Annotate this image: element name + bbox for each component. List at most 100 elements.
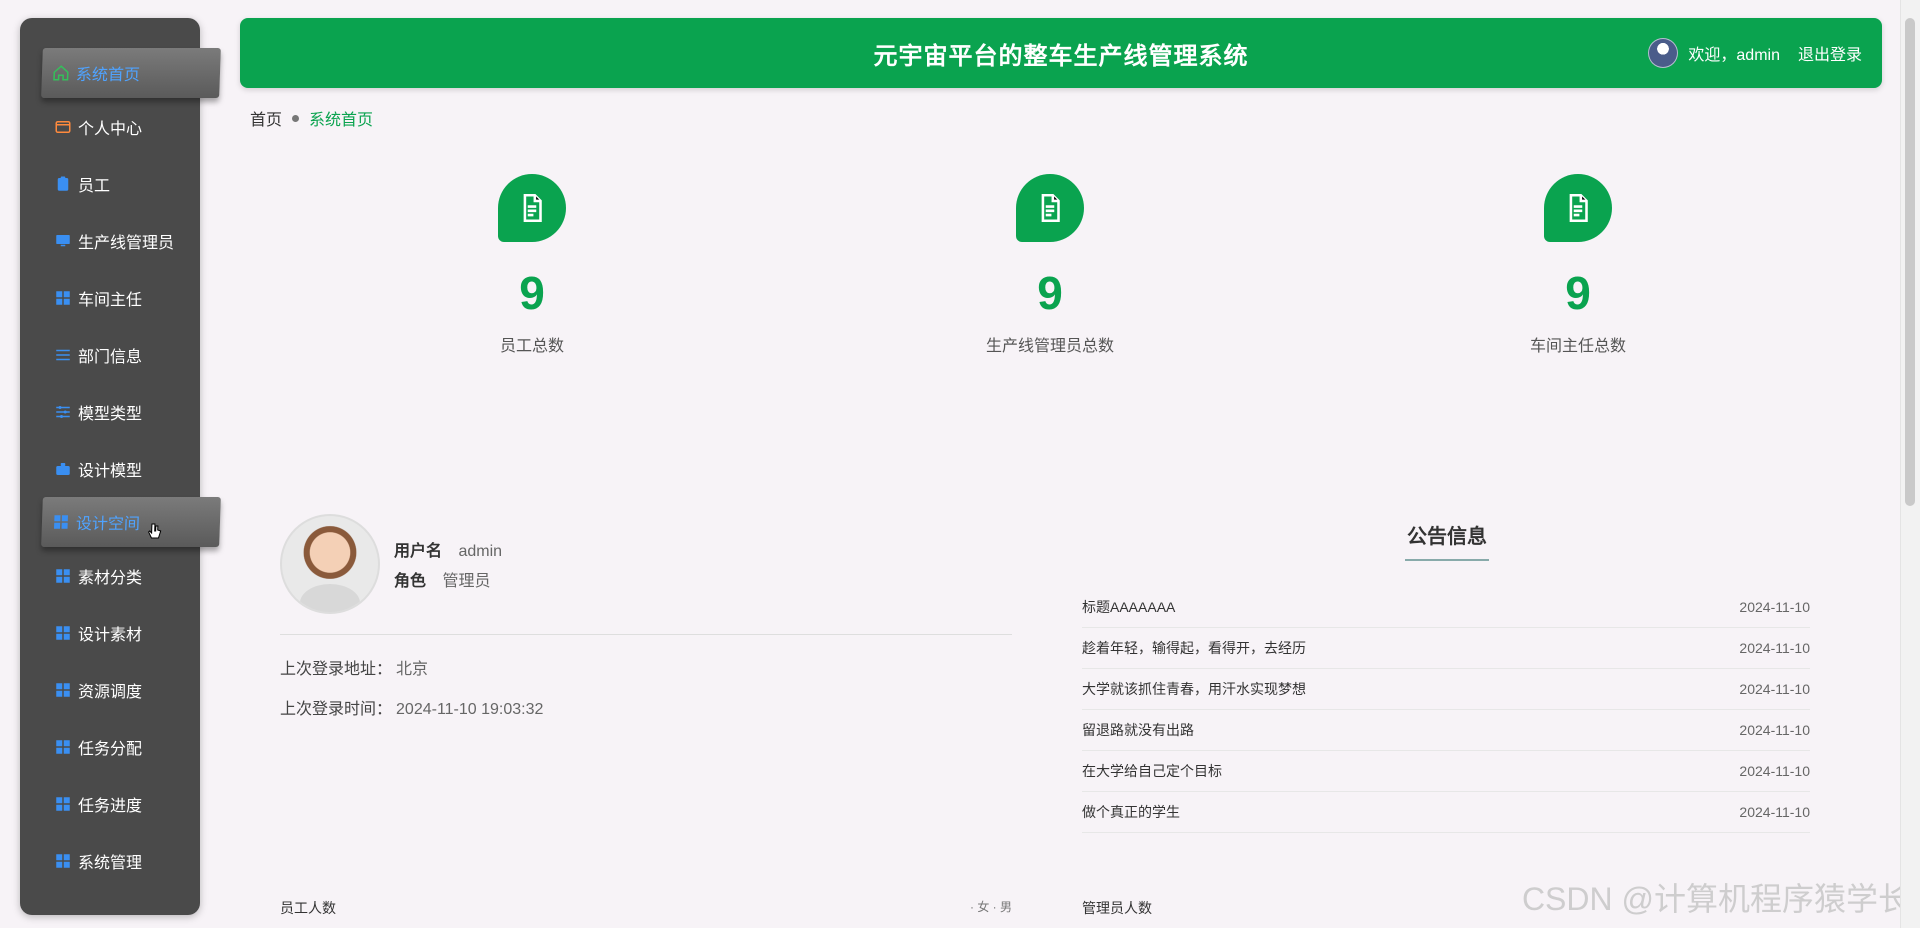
last-login-address: 上次登录地址： 北京	[280, 655, 1012, 679]
chart-legend: · 女 · 男	[970, 900, 1012, 914]
last-login-address-value: 北京	[396, 661, 429, 678]
stat-employee: 9 员工总数	[402, 174, 662, 356]
username-value: admin	[458, 543, 503, 560]
sidebar-item-task-assign[interactable]: 任务分配	[20, 718, 200, 775]
sidebar-item-employee[interactable]: 员工	[20, 155, 200, 212]
list-item[interactable]: 在大学给自己定个目标 2024-11-10	[1082, 751, 1810, 792]
briefcase-icon	[54, 460, 72, 478]
sidebar-item-material-category[interactable]: 素材分类	[20, 547, 200, 604]
notice-item-date: 2024-11-10	[1739, 804, 1810, 820]
role-value: 管理员	[442, 573, 491, 590]
list-item[interactable]: 留退路就没有出路 2024-11-10	[1082, 710, 1810, 751]
sidebar-item-workshop-director[interactable]: 车间主任	[20, 269, 200, 326]
stat-line-manager: 9 生产线管理员总数	[920, 174, 1180, 356]
notice-item-title: 趁着年轻，输得起，看得开，去经历	[1082, 640, 1306, 656]
notice-item-title: 在大学给自己定个目标	[1082, 763, 1222, 779]
sidebar-item-label: 设计空间	[75, 516, 141, 533]
monitor-icon	[54, 232, 72, 250]
last-login-address-label: 上次登录地址：	[280, 661, 393, 678]
user-panel: 用户名 admin 角色 管理员 上次登录地址： 北京 上次登录时间： 2024-1…	[280, 514, 1012, 735]
notice-item-date: 2024-11-10	[1739, 722, 1810, 738]
sidebar-item-label: 系统管理	[78, 854, 143, 872]
avatar	[280, 514, 380, 614]
list-item[interactable]: 做个真正的学生 2024-11-10	[1082, 792, 1810, 833]
notice-item-title: 做个真正的学生	[1082, 804, 1180, 820]
sidebar-item-label: 素材分类	[78, 569, 143, 587]
sidebar-item-resource-scheduling[interactable]: 资源调度	[20, 661, 200, 718]
stat-value: 9	[519, 267, 545, 319]
stat-label: 员工总数	[499, 338, 564, 355]
notice-list: 标题AAAAAAA 2024-11-10 趁着年轻，输得起，看得开，去经历 2024…	[1082, 587, 1810, 833]
sidebar-item-model-type[interactable]: 模型类型	[20, 383, 200, 440]
list-item[interactable]: 大学就该抓住青春，用汗水实现梦想 2024-11-10	[1082, 669, 1810, 710]
breadcrumb-current: 系统首页	[309, 112, 374, 129]
page-title: 元宇宙平台的整车生产线管理系统	[873, 42, 1249, 70]
grid-icon	[54, 852, 72, 870]
notice-title: 公告信息	[1407, 526, 1487, 548]
sidebar-item-label: 资源调度	[78, 683, 143, 701]
watermark: CSDN @计算机程序猿学长	[1521, 881, 1910, 917]
top-header: 元宇宙平台的整车生产线管理系统 欢迎，admin 退出登录	[240, 18, 1882, 88]
list-item[interactable]: 趁着年轻，输得起，看得开，去经历 2024-11-10	[1082, 628, 1810, 669]
sidebar-item-label: 任务分配	[78, 740, 143, 758]
clipboard-icon	[54, 175, 72, 193]
stat-label: 生产线管理员总数	[985, 338, 1114, 355]
sidebar-item-label: 车间主任	[78, 291, 143, 309]
employee-chart-title: 员工人数	[280, 900, 336, 916]
sidebar-item-label: 任务进度	[78, 797, 143, 815]
notice-item-date: 2024-11-10	[1739, 681, 1810, 697]
sidebar-item-department[interactable]: 部门信息	[20, 326, 200, 383]
wallet-icon	[54, 118, 72, 136]
header-right: 欢迎，admin 退出登录	[1648, 18, 1862, 88]
sidebar-item-label: 生产线管理员	[78, 234, 175, 252]
role-label: 角色	[394, 573, 427, 590]
grid-icon	[54, 624, 72, 642]
sidebar-item-design-material[interactable]: 设计素材	[20, 604, 200, 661]
sidebar-item-system-management[interactable]: 系统管理	[20, 832, 200, 889]
username-row: 用户名 admin	[394, 537, 502, 561]
grid-icon	[54, 738, 72, 756]
grid-icon	[54, 289, 72, 307]
admin-chart-title: 管理员人数	[1082, 900, 1152, 916]
last-login-time-value: 2024-11-10 19:03:32	[396, 701, 544, 718]
grid-icon	[52, 513, 71, 531]
sidebar: 系统首页 个人中心 员工 生产线管理员 车间主任 部门信息 模型类型 设计模型 …	[20, 18, 221, 915]
list-icon	[54, 346, 72, 364]
avatar[interactable]	[1648, 38, 1679, 68]
sidebar-item-profile[interactable]: 个人中心	[20, 98, 200, 155]
scrollbar-thumb[interactable]	[1905, 18, 1915, 506]
document-icon	[1016, 174, 1084, 242]
document-icon	[1544, 174, 1612, 242]
hand-cursor-icon	[147, 523, 162, 541]
sidebar-item-line-manager[interactable]: 生产线管理员	[20, 212, 200, 269]
sliders-icon	[54, 403, 72, 421]
notice-item-title: 标题AAAAAAA	[1082, 599, 1176, 615]
sidebar-item-home[interactable]: 系统首页	[41, 48, 221, 98]
breadcrumb-home[interactable]: 首页	[250, 106, 282, 130]
sidebar-item-label: 个人中心	[78, 120, 143, 138]
breadcrumb-separator-icon	[292, 114, 300, 122]
username-label: 用户名	[394, 543, 443, 560]
employee-chart-header: 员工人数 · 女 · 男	[280, 898, 1012, 918]
welcome-text: 欢迎，admin	[1688, 47, 1780, 64]
stat-value: 9	[1565, 267, 1591, 319]
notice-item-title: 留退路就没有出路	[1082, 722, 1194, 738]
sidebar-item-label: 系统首页	[75, 67, 141, 84]
sidebar-item-design-model[interactable]: 设计模型	[20, 440, 200, 497]
logout-link[interactable]: 退出登录	[1798, 41, 1862, 65]
vertical-scrollbar[interactable]	[1900, 0, 1920, 928]
breadcrumb: 首页 系统首页	[250, 106, 373, 130]
notice-underline	[1405, 559, 1489, 561]
sidebar-item-label: 模型类型	[78, 405, 143, 423]
grid-icon	[54, 681, 72, 699]
stat-value: 9	[1037, 267, 1063, 319]
grid-icon	[54, 567, 72, 585]
home-icon	[52, 64, 71, 82]
sidebar-item-task-progress[interactable]: 任务进度	[20, 775, 200, 832]
last-login-time: 上次登录时间： 2024-11-10 19:03:32	[280, 695, 1012, 719]
notice-item-date: 2024-11-10	[1739, 763, 1810, 779]
sidebar-item-label: 员工	[78, 177, 111, 195]
sidebar-item-design-space[interactable]: 设计空间	[41, 497, 221, 547]
list-item[interactable]: 标题AAAAAAA 2024-11-10	[1082, 587, 1810, 628]
sidebar-item-label: 部门信息	[78, 348, 143, 366]
